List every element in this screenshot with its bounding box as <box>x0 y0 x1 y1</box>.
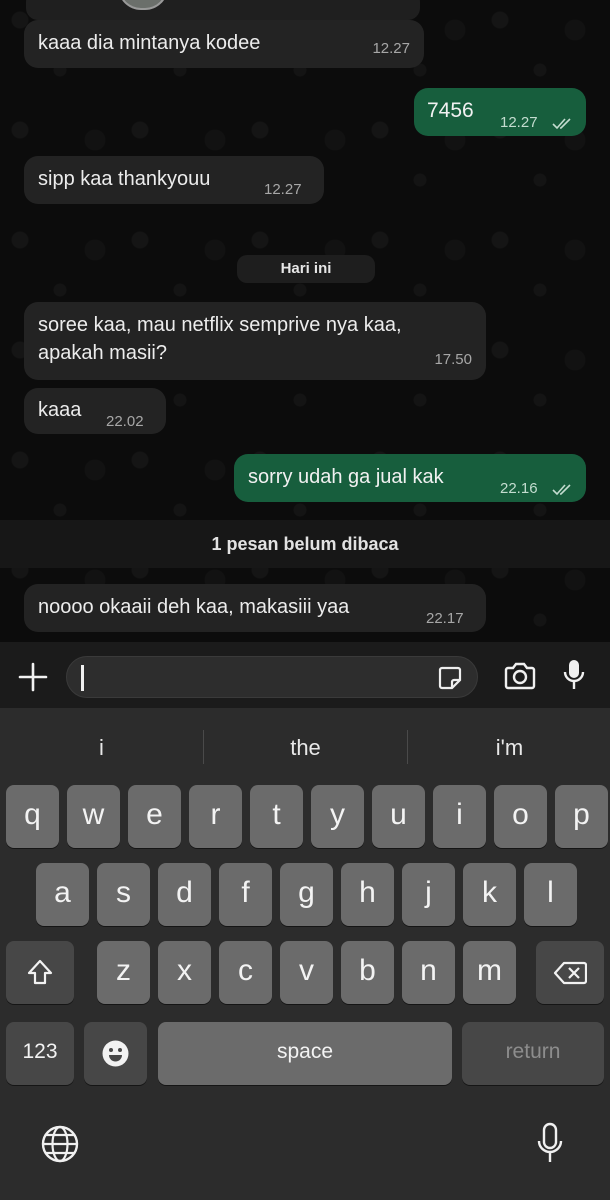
key-r[interactable]: r <box>189 785 242 848</box>
delete-icon <box>553 961 587 985</box>
message-text: sipp kaa thankyouu <box>38 168 211 190</box>
chat-area[interactable]: kaaa dia mintanya kodee 12.27 7456 12.27… <box>0 0 610 642</box>
message-time: 17.50 <box>434 351 472 368</box>
compose-bar <box>0 642 610 708</box>
suggestion-2[interactable]: the <box>204 730 407 766</box>
emoji-icon <box>101 1039 130 1068</box>
text-caret <box>81 665 84 691</box>
space-key[interactable]: space <box>158 1022 452 1085</box>
key-k[interactable]: k <box>463 863 516 926</box>
key-d[interactable]: d <box>158 863 211 926</box>
microphone-icon[interactable] <box>562 658 586 692</box>
message-incoming[interactable]: kaaa dia mintanya kodee 12.27 <box>24 20 424 68</box>
message-incoming[interactable]: noooo okaaii deh kaa, makasiii yaa 22.17 <box>24 584 486 632</box>
unread-banner: 1 pesan belum dibaca <box>0 520 610 568</box>
message-text: kaaa dia mintanya kodee <box>38 32 261 54</box>
plus-icon[interactable] <box>18 662 48 692</box>
key-g[interactable]: g <box>280 863 333 926</box>
delete-key[interactable] <box>536 941 604 1004</box>
return-key[interactable]: return <box>462 1022 604 1085</box>
numbers-key[interactable]: 123 <box>6 1022 74 1085</box>
key-o[interactable]: o <box>494 785 547 848</box>
key-v[interactable]: v <box>280 941 333 1004</box>
date-divider: Hari ini <box>237 255 375 283</box>
message-text-line1: soree kaa, mau netflix semprive nya kaa, <box>38 314 402 336</box>
message-time: 22.17 <box>426 610 464 627</box>
key-m[interactable]: m <box>463 941 516 1004</box>
message-time: 22.02 <box>106 413 144 430</box>
key-x[interactable]: x <box>158 941 211 1004</box>
message-text: 7456 <box>427 99 474 122</box>
sticker-icon[interactable] <box>437 665 463 691</box>
message-time: 12.27 <box>372 40 410 57</box>
key-f[interactable]: f <box>219 863 272 926</box>
message-time: 22.16 <box>500 480 538 497</box>
double-check-icon <box>552 478 574 496</box>
dictation-microphone-icon[interactable] <box>536 1122 564 1166</box>
suggestion-1[interactable]: i <box>0 730 203 766</box>
key-l[interactable]: l <box>524 863 577 926</box>
key-y[interactable]: y <box>311 785 364 848</box>
key-z[interactable]: z <box>97 941 150 1004</box>
key-n[interactable]: n <box>402 941 455 1004</box>
camera-icon[interactable] <box>503 662 537 690</box>
message-text: kaaa <box>38 399 82 421</box>
key-i[interactable]: i <box>433 785 486 848</box>
message-outgoing[interactable]: sorry udah ga jual kak 22.16 <box>234 454 586 502</box>
message-incoming[interactable]: kaaa 22.02 <box>24 388 166 434</box>
message-text: sorry udah ga jual kak <box>248 466 444 488</box>
key-s[interactable]: s <box>97 863 150 926</box>
message-input[interactable] <box>66 656 478 698</box>
keyboard: i the i'm q w e r t y u i o p a s d f g … <box>0 708 610 1200</box>
key-q[interactable]: q <box>6 785 59 848</box>
emoji-key[interactable] <box>84 1022 147 1085</box>
message-incoming[interactable]: soree kaa, mau netflix semprive nya kaa,… <box>24 302 486 380</box>
key-b[interactable]: b <box>341 941 394 1004</box>
key-h[interactable]: h <box>341 863 394 926</box>
double-check-icon <box>552 112 574 130</box>
previous-message-media[interactable] <box>26 0 420 20</box>
message-time: 12.27 <box>264 181 302 198</box>
key-c[interactable]: c <box>219 941 272 1004</box>
message-text: noooo okaaii deh kaa, makasiii yaa <box>38 596 350 618</box>
message-text-line2: apakah masii? <box>38 342 167 364</box>
message-outgoing[interactable]: 7456 12.27 <box>414 88 586 136</box>
key-a[interactable]: a <box>36 863 89 926</box>
key-e[interactable]: e <box>128 785 181 848</box>
globe-icon[interactable] <box>40 1124 80 1164</box>
suggestion-3[interactable]: i'm <box>408 730 610 766</box>
shift-key[interactable] <box>6 941 74 1004</box>
key-u[interactable]: u <box>372 785 425 848</box>
shift-icon <box>26 958 54 986</box>
message-time: 12.27 <box>500 114 538 131</box>
key-t[interactable]: t <box>250 785 303 848</box>
key-p[interactable]: p <box>555 785 608 848</box>
message-incoming[interactable]: sipp kaa thankyouu 12.27 <box>24 156 324 204</box>
key-w[interactable]: w <box>67 785 120 848</box>
key-j[interactable]: j <box>402 863 455 926</box>
